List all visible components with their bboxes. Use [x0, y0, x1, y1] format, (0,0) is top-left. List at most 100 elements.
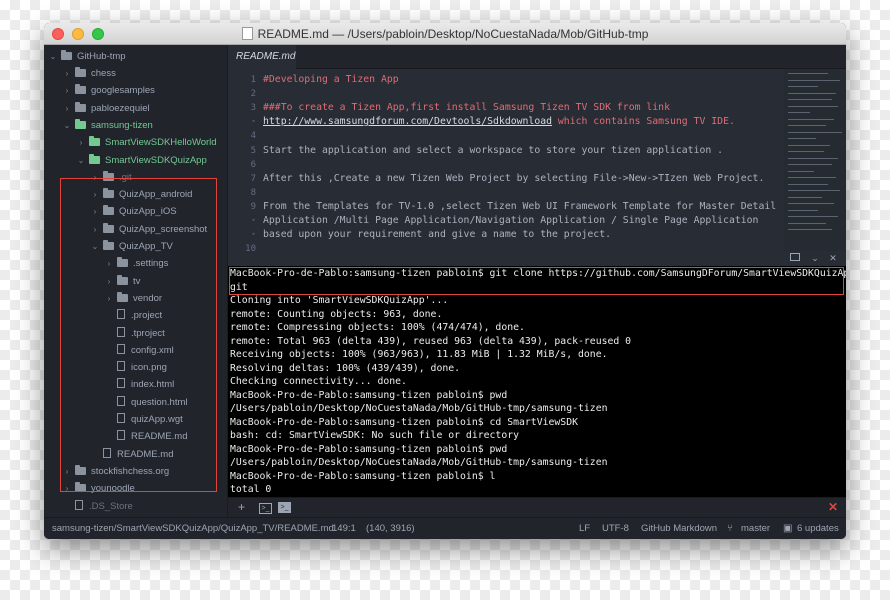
tree-item[interactable]: ⌄ SmartViewSDKQuizApp — [76, 152, 207, 169]
chevron-right-icon: › — [65, 484, 69, 494]
tree-item[interactable]: README.md — [90, 446, 173, 463]
tree-item[interactable]: › stockfishchess.org — [62, 463, 169, 480]
window-title: README.md — /Users/pabloin/Desktop/NoCue… — [257, 27, 649, 41]
minimap-line — [788, 157, 838, 159]
tree-view: ⌄ GitHub-tmp › chess › googlesamples › pabloez… — [44, 45, 228, 517]
terminal-line: MacBook-Pro-de-Pablo:samsung-tizen pablo… — [230, 389, 508, 401]
code-text: #Developing a Tizen App — [263, 74, 399, 85]
tree-item[interactable]: icon.png — [104, 359, 167, 376]
tree-item-label: SmartViewSDKQuizApp — [105, 154, 207, 166]
terminal-toolbar: + >_ >_ ✕ — [228, 497, 846, 517]
line-number: 10 — [245, 244, 256, 251]
minimap-line — [788, 170, 814, 172]
terminal-line: MacBook-Pro-de-Pablo:samsung-tizen pablo… — [230, 416, 578, 428]
tree-root[interactable]: ⌄ GitHub-tmp — [48, 48, 126, 65]
minimap-line — [788, 112, 810, 113]
terminal-tab-icon[interactable]: >_ — [259, 503, 272, 514]
status-cursor-position[interactable]: 149:1 — [332, 518, 356, 539]
folder-icon — [117, 274, 128, 285]
status-file-path[interactable]: samsung-tizen/SmartViewSDKQuizApp/QuizAp… — [52, 518, 334, 539]
file-icon — [117, 378, 125, 389]
terminal-output[interactable]: MacBook-Pro-de-Pablo:samsung-tizen pablo… — [228, 266, 846, 497]
chevron-right-icon: › — [65, 466, 69, 476]
minimap-line — [788, 125, 826, 126]
line-number: 5 — [250, 145, 256, 156]
tree-item[interactable]: › vendor — [104, 290, 162, 307]
package-icon: ▣ — [783, 523, 793, 534]
tree-item[interactable]: › QuizApp_android — [90, 186, 192, 203]
text-editor[interactable]: 1 2 3 • 4 5 6 7 8 9 • • 10 #Developing a Tizen App ##… — [228, 69, 784, 251]
tree-item-label: stockfishchess.org — [91, 465, 170, 477]
terminal-line: MacBook-Pro-de-Pablo:samsung-tizen pablo… — [230, 268, 846, 279]
minimap-line — [788, 216, 838, 217]
terminal-line: Cloning into 'SmartViewSDKQuizApp'... — [230, 295, 449, 306]
code-link[interactable]: http://www.samsungdforum.com/Devtools/Sd… — [263, 116, 552, 127]
status-updates[interactable]: 6 updates — [797, 518, 839, 539]
code-text: From the Templates for TV-1.0 ,select Ti… — [263, 200, 777, 212]
file-icon — [117, 326, 125, 337]
minimap-line — [788, 118, 834, 120]
terminal-minimize-icon[interactable]: ⌄ — [810, 253, 820, 263]
tree-item[interactable]: ⌄ QuizApp_TV — [90, 238, 173, 255]
status-line-ending[interactable]: LF — [579, 518, 590, 539]
tree-item[interactable]: › QuizApp_screenshot — [90, 221, 207, 238]
tree-item[interactable]: › SmartViewSDKHelloWorld — [76, 134, 217, 151]
line-number: 6 — [250, 159, 256, 170]
tree-item[interactable]: › chess — [62, 65, 116, 82]
chevron-right-icon: › — [93, 172, 97, 182]
status-encoding[interactable]: UTF-8 — [602, 518, 629, 539]
close-terminal-icon[interactable]: ✕ — [828, 501, 838, 513]
folder-icon — [103, 170, 114, 181]
terminal-line: /Users/pabloin/Desktop/NoCuestaNada/Mob/… — [230, 457, 608, 468]
tree-item-label: icon.png — [131, 362, 167, 374]
tree-item[interactable]: index.html — [104, 376, 174, 393]
tree-item[interactable]: ⌄ samsung-tizen — [62, 117, 153, 134]
status-bar: samsung-tizen/SmartViewSDKQuizApp/QuizAp… — [44, 517, 846, 539]
tree-item[interactable]: › .settings — [104, 255, 168, 272]
tab-readme[interactable]: README.md — [228, 45, 296, 69]
line-number: 1 — [250, 75, 256, 85]
chevron-right-icon: › — [93, 190, 97, 200]
tree-item[interactable]: README.md — [104, 428, 187, 445]
tree-item[interactable]: › younoodle — [62, 480, 135, 497]
terminal-close-icon[interactable]: ✕ — [828, 253, 838, 263]
tree-item[interactable]: › pabloezequiel — [62, 100, 150, 117]
minimap-line — [788, 222, 826, 224]
tree-item[interactable]: quizApp.wgt — [104, 411, 183, 428]
folder-icon — [103, 205, 114, 216]
editor-window: README.md — /Users/pabloin/Desktop/NoCue… — [44, 23, 846, 539]
tree-item[interactable]: question.html — [104, 394, 188, 411]
terminal-maximize-icon[interactable] — [790, 253, 800, 261]
tree-item-label: README.md — [117, 448, 174, 460]
tree-root-label: GitHub-tmp — [77, 51, 126, 62]
tree-item[interactable]: .DS_Store — [62, 498, 133, 515]
tree-item[interactable]: .tproject — [104, 325, 165, 342]
terminal-line: Resolving deltas: 100% (439/439), done. — [230, 362, 461, 374]
tab-bar: README.md — [228, 45, 846, 69]
tree-item[interactable]: .project — [104, 307, 162, 324]
line-number-gutter: 1 2 3 • 4 5 6 7 8 9 • • 10 — [228, 69, 256, 251]
tree-item[interactable]: › QuizApp_iOS — [90, 203, 177, 220]
active-terminal-icon[interactable]: >_ — [278, 502, 291, 513]
chevron-right-icon: › — [107, 259, 111, 269]
folder-icon — [117, 257, 128, 268]
file-icon — [117, 413, 125, 423]
tree-item[interactable]: › .git — [90, 169, 132, 186]
tree-item[interactable]: config.xml — [104, 342, 174, 359]
code-text: which contains Samsung TV IDE. — [552, 116, 735, 128]
status-grammar[interactable]: GitHub Markdown — [641, 518, 717, 539]
chevron-right-icon: › — [93, 207, 97, 217]
line-number: • — [251, 216, 256, 225]
folder-icon — [117, 291, 128, 302]
tree-item[interactable]: › tv — [104, 273, 140, 290]
minimap[interactable] — [784, 69, 846, 251]
status-branch[interactable]: master — [741, 518, 770, 539]
tree-item[interactable]: › googlesamples — [62, 82, 155, 99]
add-terminal-icon[interactable]: + — [238, 501, 245, 513]
code-line: http://www.samsungdforum.com/Devtools/Sd… — [263, 116, 735, 127]
tree-item-label: index.html — [131, 379, 175, 391]
line-number: • — [251, 117, 256, 127]
minimap-line — [788, 73, 828, 74]
terminal-line: MacBook-Pro-de-Pablo:samsung-tizen pablo… — [230, 443, 508, 455]
folder-icon — [75, 84, 86, 95]
